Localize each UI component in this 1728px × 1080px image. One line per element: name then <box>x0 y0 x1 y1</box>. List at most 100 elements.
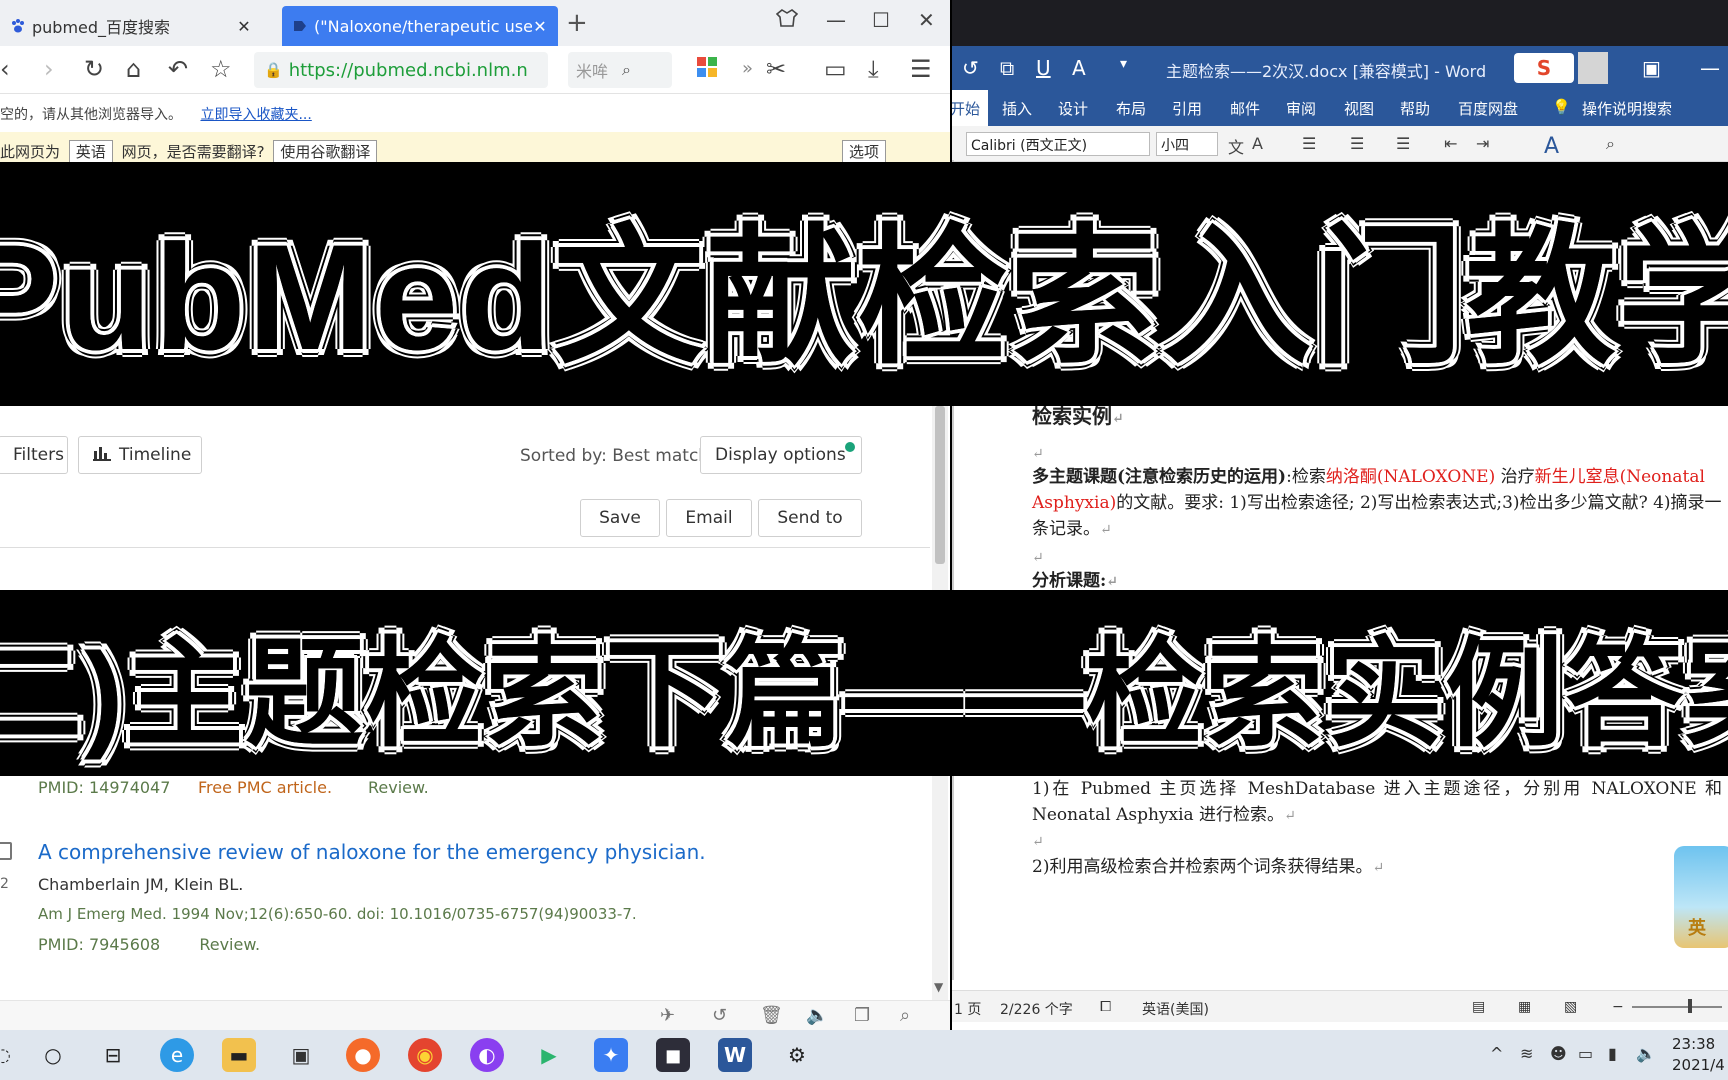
print-layout-icon[interactable]: ▦ <box>1518 999 1531 1015</box>
task-view-icon[interactable]: ⊟ <box>96 1038 130 1072</box>
web-layout-icon[interactable]: ▧ <box>1564 999 1577 1015</box>
zoom-out-icon[interactable]: − <box>1612 999 1624 1015</box>
language-indicator[interactable]: 英语(美国) <box>1142 999 1209 1019</box>
wifi-icon[interactable]: ≋ <box>1520 1044 1533 1063</box>
overflow-chevron-icon[interactable]: » <box>742 56 753 82</box>
skin-icon[interactable] <box>775 8 799 33</box>
clipboard-icon[interactable]: ⧉ <box>1000 56 1014 80</box>
rocket-icon[interactable]: ✈ <box>660 1005 675 1026</box>
settings-gear-icon[interactable]: ⚙ <box>780 1038 814 1072</box>
ime-floating-widget[interactable]: 英 <box>1674 846 1728 948</box>
minimize-icon[interactable]: — <box>1700 56 1720 80</box>
tab-design[interactable]: 设计 <box>1058 98 1088 119</box>
scrollbar-thumb[interactable] <box>935 406 945 564</box>
search-icon[interactable]: ⌕ <box>622 60 631 80</box>
history-icon[interactable]: ↺ <box>712 1005 727 1026</box>
timeline-button[interactable]: Timeline <box>78 436 202 474</box>
chrome-icon[interactable]: ◉ <box>408 1038 442 1072</box>
home-icon[interactable]: ⌂ <box>126 56 141 82</box>
tell-me-search[interactable]: 操作说明搜索 <box>1582 98 1672 119</box>
proofing-icon[interactable]: ⧠ <box>1100 999 1111 1015</box>
zoom-search-icon[interactable]: ⌕ <box>900 1005 910 1026</box>
email-button[interactable]: Email <box>666 499 752 537</box>
edge-icon[interactable]: e <box>160 1038 194 1072</box>
tray-chevron-icon[interactable]: ^ <box>1490 1044 1503 1063</box>
word-count[interactable]: 2/226 个字 <box>1000 999 1073 1019</box>
forward-icon[interactable]: › <box>44 56 54 82</box>
tab-baidu-netdisk[interactable]: 百度网盘 <box>1458 98 1518 119</box>
word-taskbar-icon[interactable]: W <box>718 1038 752 1072</box>
back-icon[interactable]: ‹ <box>0 56 10 82</box>
search-box[interactable]: 米哞 ⌕ <box>568 52 672 88</box>
undo-icon[interactable]: ↶ <box>168 56 188 82</box>
close-window-icon[interactable]: ✕ <box>918 8 935 32</box>
media-player-icon[interactable]: ▶ <box>532 1038 566 1072</box>
underline-icon[interactable]: U <box>1036 56 1051 80</box>
free-pmc-badge[interactable]: Free PMC article. <box>198 778 332 797</box>
page-indicator[interactable]: 1 页 <box>954 999 981 1019</box>
avatar[interactable] <box>1578 52 1608 84</box>
multilevel-list-icon[interactable]: ☰ <box>1396 134 1410 153</box>
tab-pubmed-results[interactable]: ("Naloxone/therapeutic use"[ ✕ <box>282 6 558 46</box>
read-mode-icon[interactable]: ▤ <box>1472 999 1485 1015</box>
tab-help[interactable]: 帮助 <box>1400 98 1430 119</box>
reload-icon[interactable]: ↻ <box>84 56 104 82</box>
trash-icon[interactable]: 🗑 <box>760 1005 783 1026</box>
qq-icon[interactable]: ☻ <box>1550 1044 1567 1063</box>
result-checkbox[interactable] <box>0 842 12 860</box>
increase-indent-icon[interactable]: ⇥ <box>1476 134 1489 153</box>
tab-home[interactable]: 开始 <box>952 90 989 126</box>
font-color-icon[interactable]: A <box>1072 56 1086 80</box>
char-border-icon[interactable]: A <box>1252 134 1263 153</box>
volume-icon[interactable]: 🔈 <box>1636 1044 1656 1063</box>
battery-icon[interactable]: ▮ <box>1608 1044 1617 1063</box>
font-size-select[interactable]: 小四 <box>1156 132 1218 156</box>
ribbon-display-icon[interactable]: ▣ <box>1642 56 1661 80</box>
file-explorer-icon[interactable]: ▬ <box>222 1038 256 1072</box>
tab-layout[interactable]: 布局 <box>1116 98 1146 119</box>
sogou-ime-icon[interactable]: S <box>1514 53 1574 83</box>
import-bookmarks-link[interactable]: 立即导入收藏夹... <box>200 107 311 123</box>
close-tab-icon[interactable]: ✕ <box>236 17 252 36</box>
send-to-button[interactable]: Send to <box>758 499 862 537</box>
system-clock[interactable]: 23:38 2021/4 <box>1672 1034 1725 1076</box>
translate-options-button[interactable]: 选项 <box>842 140 887 163</box>
tab-mailings[interactable]: 邮件 <box>1230 98 1260 119</box>
decrease-indent-icon[interactable]: ⇤ <box>1444 134 1457 153</box>
google-translate-button[interactable]: 使用谷歌翻译 <box>273 140 378 163</box>
save-button[interactable]: Save <box>580 499 660 537</box>
zoom-slider[interactable] <box>1632 1006 1722 1008</box>
start-icon[interactable]: ◌ <box>0 1038 20 1072</box>
firefox-icon[interactable]: ● <box>346 1038 380 1072</box>
autosave-icon[interactable]: ↺ <box>962 56 979 80</box>
download-icon[interactable]: ⤓ <box>868 56 879 82</box>
find-icon[interactable]: ⌕ <box>1606 134 1615 154</box>
translate-language-button[interactable]: 英语 <box>68 140 113 163</box>
bird-app-icon[interactable]: ✦ <box>594 1038 628 1072</box>
cortana-icon[interactable]: ○ <box>36 1038 70 1072</box>
close-tab-icon[interactable]: ✕ <box>532 17 548 36</box>
new-tab-icon[interactable]: + <box>566 8 588 38</box>
battery-icon[interactable]: ▭ <box>824 56 847 82</box>
minimize-icon[interactable]: — <box>826 8 846 32</box>
tab-review[interactable]: 审阅 <box>1286 98 1316 119</box>
display-options-button[interactable]: Display options <box>700 436 862 474</box>
apps-grid-icon[interactable] <box>696 56 718 83</box>
phonetic-guide-icon[interactable]: 文 <box>1228 134 1244 158</box>
tab-references[interactable]: 引用 <box>1172 98 1202 119</box>
scissors-icon[interactable]: ✂ <box>766 56 786 82</box>
scroll-down-icon[interactable]: ▼ <box>934 980 943 994</box>
customize-toolbar-icon[interactable]: ▾ <box>1120 56 1127 72</box>
tab-insert[interactable]: 插入 <box>1002 98 1032 119</box>
video-recorder-icon[interactable]: ◼ <box>656 1038 690 1072</box>
styles-icon[interactable]: A <box>1544 134 1559 159</box>
filters-button[interactable]: Filters <box>0 436 68 474</box>
tab-pubmed-baidu[interactable]: pubmed_百度搜索 ✕ <box>0 6 262 46</box>
star-icon[interactable]: ☆ <box>210 56 232 82</box>
font-name-select[interactable]: Calibri (西文正文) <box>966 132 1150 156</box>
maximize-icon[interactable]: ☐ <box>872 8 890 32</box>
window-icon[interactable]: ❐ <box>854 1005 870 1026</box>
numbering-icon[interactable]: ☰ <box>1350 134 1364 153</box>
volume-icon[interactable]: 🔈 <box>806 1005 828 1026</box>
menu-icon[interactable]: ☰ <box>910 56 932 82</box>
